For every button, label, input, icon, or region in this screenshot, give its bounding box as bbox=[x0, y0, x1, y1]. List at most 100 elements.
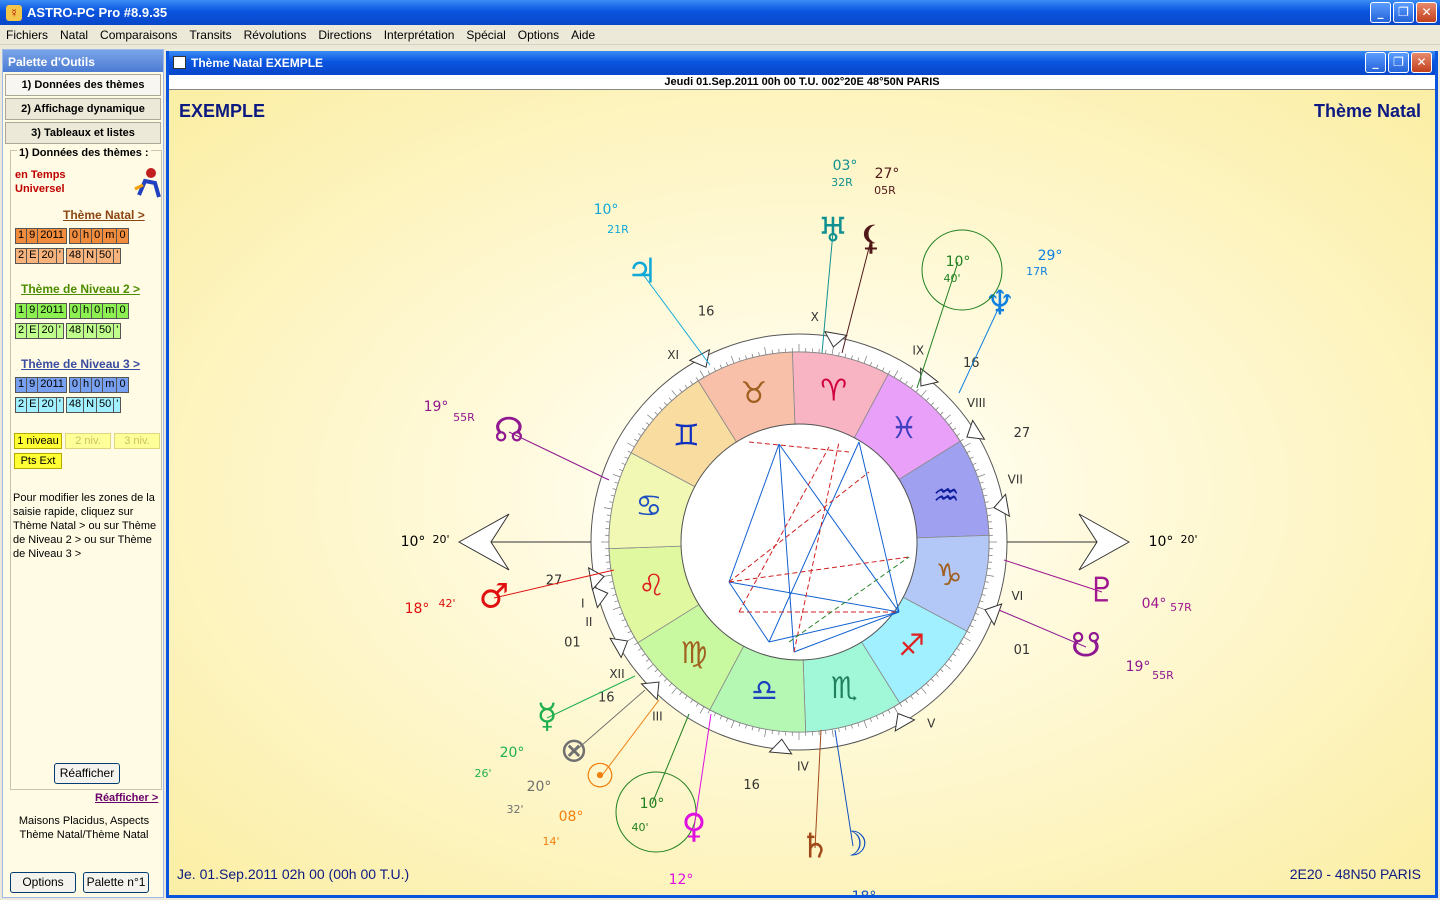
restore-button[interactable]: ❐ bbox=[1393, 2, 1414, 23]
tab-affichage[interactable]: 2) Affichage dynamique bbox=[5, 98, 161, 120]
minimize-button[interactable]: _ bbox=[1370, 2, 1391, 23]
zodiac-sign-glyph: ♈ bbox=[820, 373, 847, 408]
mars-degree: 18° bbox=[405, 601, 430, 617]
chart-window-title: Thème Natal EXEMPLE bbox=[191, 56, 324, 70]
sun-minute: 14' bbox=[542, 835, 559, 848]
mercury-degree: 20° bbox=[500, 745, 525, 761]
menu-revolutions[interactable]: Révolutions bbox=[238, 28, 313, 42]
level3-time-field[interactable]: 0h0m0 bbox=[68, 377, 129, 393]
asc-degree: 10° bbox=[401, 534, 426, 550]
house-cusp-degree: 01 bbox=[1014, 643, 1031, 658]
info-line-2: Thème Natal/Thème Natal bbox=[19, 829, 149, 841]
pts-ext-button[interactable]: Pts Ext bbox=[14, 453, 62, 469]
natal-longitude-field[interactable]: 2 E 20 ' bbox=[15, 248, 64, 264]
link-niveau-2[interactable]: Thème de Niveau 2 > bbox=[21, 282, 140, 296]
fortune-minute: 32' bbox=[506, 803, 523, 816]
tool-palette: Palette d'Outils 1) Données des thèmes 2… bbox=[2, 49, 164, 898]
level2-time-field[interactable]: 0h0m0 bbox=[68, 303, 129, 319]
runner-icon bbox=[134, 168, 161, 198]
reafficher-button[interactable]: Réafficher bbox=[54, 763, 120, 784]
natal-coords-row: 2 E 20 ' 48 N 50 ' bbox=[15, 248, 122, 264]
zodiac-sign-glyph: ♑ bbox=[936, 558, 963, 593]
chart-date-header: Jeudi 01.Sep.2011 00h 00 T.U. 002°20E 48… bbox=[169, 75, 1435, 90]
link-niveau-3[interactable]: Thème de Niveau 3 > bbox=[21, 357, 140, 371]
zodiac-sign-glyph: ♋ bbox=[635, 489, 662, 524]
natal-datetime-row: 1 9 2011 0h0m0 bbox=[15, 228, 129, 244]
level3-date-field[interactable]: 1 9 2011 bbox=[15, 377, 67, 393]
chart-close-button[interactable]: ✕ bbox=[1411, 52, 1432, 73]
group-label: 1) Données des thèmes : bbox=[17, 147, 151, 159]
app-icon: ☿ bbox=[6, 4, 22, 21]
house-number: I bbox=[581, 597, 585, 611]
tab-donnees[interactable]: 1) Données des thèmes bbox=[5, 74, 161, 96]
house-cusp-degree: 27 bbox=[1014, 426, 1031, 441]
menu-directions[interactable]: Directions bbox=[312, 28, 377, 42]
menu-transits[interactable]: Transits bbox=[183, 28, 237, 42]
zodiac-sign-glyph: ♐ bbox=[898, 629, 925, 664]
zodiac-sign-glyph: ♌ bbox=[638, 569, 665, 604]
menu-natal[interactable]: Natal bbox=[54, 28, 94, 42]
zodiac-sign-glyph: ♏ bbox=[831, 671, 858, 706]
level2-coords-row: 2 E 20 ' 48 N 50 ' bbox=[15, 323, 122, 339]
options-button[interactable]: Options bbox=[10, 872, 76, 893]
zodiac-sign-glyph: ♎ bbox=[751, 674, 778, 709]
menu-fichiers[interactable]: Fichiers bbox=[0, 28, 54, 42]
link-theme-natal[interactable]: Thème Natal > bbox=[63, 208, 145, 222]
desc-degree: 10° bbox=[1149, 534, 1174, 550]
chart-canvas[interactable]: ♈ ♓ ♒ ♑ ♐ ♏ ♎ ♍ ♌ ♋ ♊ ♉ XI 16 X IX 16 VIII 27 VII VI 01 V IV 16 I… bbox=[169, 90, 1435, 895]
palette-number-button[interactable]: Palette n°1 bbox=[83, 872, 149, 893]
chart-minimize-button[interactable]: _ bbox=[1365, 52, 1386, 73]
house-cusp-degree: 16 bbox=[743, 778, 760, 793]
planet-leader-line bbox=[546, 675, 636, 719]
menu-special[interactable]: Spécial bbox=[460, 28, 511, 42]
chart-window-titlebar: Thème Natal EXEMPLE _ ❐ ✕ bbox=[169, 51, 1435, 75]
natal-latitude-field[interactable]: 48 N 50 ' bbox=[65, 248, 122, 264]
chart-person-name: EXEMPLE bbox=[179, 101, 266, 121]
uranus-minute: 32R bbox=[831, 176, 853, 189]
data-group-box: 1) Données des thèmes : en Temps Univers… bbox=[10, 147, 162, 790]
level2-longitude-field[interactable]: 2 E 20 ' bbox=[15, 323, 64, 339]
pluto-glyph: ♇ bbox=[1087, 571, 1117, 611]
house-number: VIII bbox=[967, 396, 986, 410]
natal-date-field[interactable]: 1 9 2011 bbox=[15, 228, 67, 244]
south-node-glyph: ☋ bbox=[1071, 626, 1101, 666]
asc-minute: 20' bbox=[432, 533, 449, 546]
close-button[interactable]: ✕ bbox=[1416, 2, 1437, 23]
tab-tableaux[interactable]: 3) Tableaux et listes bbox=[5, 122, 161, 144]
house-number: III bbox=[652, 709, 663, 723]
reafficher-link[interactable]: Réafficher > bbox=[95, 792, 158, 804]
level2-latitude-field[interactable]: 48 N 50 ' bbox=[65, 323, 122, 339]
zodiac-sign-glyph: ♒ bbox=[933, 478, 960, 513]
pluto-minute: 57R bbox=[1170, 601, 1192, 614]
north-node-minute: 55R bbox=[453, 411, 475, 424]
footer-datetime: Je. 01.Sep.2011 02h 00 (00h 00 T.U.) bbox=[177, 866, 410, 882]
chart-window-icon bbox=[173, 56, 186, 69]
jupiter-degree: 10° bbox=[594, 202, 619, 218]
menu-interpretation[interactable]: Interprétation bbox=[378, 28, 461, 42]
menu-comparaisons[interactable]: Comparaisons bbox=[94, 28, 183, 42]
level2-date-field[interactable]: 1 9 2011 bbox=[15, 303, 67, 319]
house-number: X bbox=[811, 310, 819, 324]
level3-latitude-field[interactable]: 48 N 50 ' bbox=[65, 397, 122, 413]
south-node-degree: 19° bbox=[1126, 659, 1151, 675]
natal-time-field[interactable]: 0h0m0 bbox=[68, 228, 129, 244]
menu-options[interactable]: Options bbox=[512, 28, 565, 42]
house-cusp-degree: 01 bbox=[564, 635, 581, 650]
level-3-button[interactable]: 3 niv. bbox=[114, 433, 160, 449]
house-number: VII bbox=[1008, 472, 1023, 486]
midheaven-degree: 10° bbox=[946, 254, 971, 270]
uranus-glyph: ♅ bbox=[818, 211, 848, 251]
level-1-button[interactable]: 1 niveau bbox=[14, 433, 62, 449]
level-2-button[interactable]: 2 niv. bbox=[65, 433, 111, 449]
pluto-degree: 04° bbox=[1142, 596, 1167, 612]
planet-leader-line bbox=[651, 713, 690, 805]
house-number: IV bbox=[797, 759, 810, 773]
level3-longitude-field[interactable]: 2 E 20 ' bbox=[15, 397, 64, 413]
chart-maximize-button[interactable]: ❐ bbox=[1388, 52, 1409, 73]
venus-degree: 12° bbox=[669, 872, 694, 888]
app-titlebar: ☿ ASTRO-PC Pro #8.9.35 _ ❐ ✕ bbox=[0, 0, 1440, 25]
house-cusp-degree: 16 bbox=[698, 305, 715, 320]
lilith-minute: 05R bbox=[874, 184, 896, 197]
menu-aide[interactable]: Aide bbox=[565, 28, 601, 42]
zodiac-sign-glyph: ♉ bbox=[741, 376, 768, 411]
